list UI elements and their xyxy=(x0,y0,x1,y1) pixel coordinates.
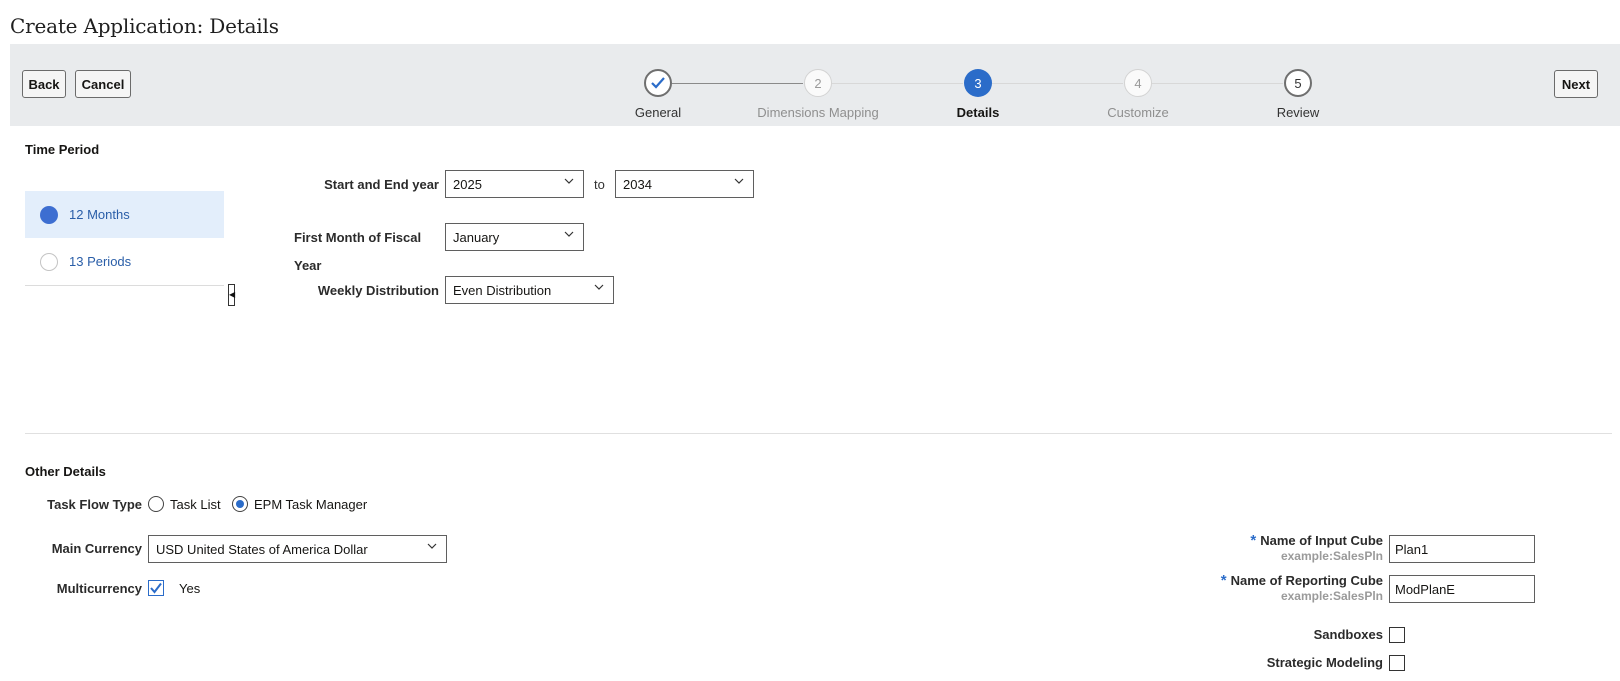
period-option-12-months[interactable]: 12 Months xyxy=(25,191,224,238)
first-month-value: January xyxy=(453,229,500,245)
back-button-label: Back xyxy=(28,76,60,92)
chevron-down-icon xyxy=(427,543,437,549)
asterisk-icon: * xyxy=(1220,572,1227,589)
train-step-label: Review xyxy=(1276,105,1320,120)
chevron-down-icon xyxy=(734,178,744,184)
time-period-list: 12 Months 13 Periods xyxy=(25,191,224,286)
period-option-label: 13 Periods xyxy=(69,254,132,269)
weekly-distribution-label: Weekly Distribution xyxy=(317,283,439,298)
weekly-distribution-select[interactable]: Even Distribution xyxy=(445,276,614,304)
task-flow-type-label: Task Flow Type xyxy=(47,497,142,512)
train-step-dimensions-mapping[interactable]: 2 Dimensions Mapping xyxy=(748,69,888,120)
task-flow-option-label: Task List xyxy=(170,496,221,512)
chevron-down-icon xyxy=(564,178,574,184)
task-flow-option-task-list[interactable]: Task List xyxy=(148,496,221,512)
input-cube-hint: example:SalesPln xyxy=(1280,549,1383,563)
time-period-heading: Time Period xyxy=(25,142,100,157)
first-month-label: First Month of Fiscal xyxy=(294,230,422,245)
cancel-button-label: Cancel xyxy=(81,76,125,92)
train-step-customize[interactable]: 4 Customize xyxy=(1068,69,1208,120)
cancel-button[interactable]: Cancel xyxy=(75,70,131,98)
first-month-label-year: Year xyxy=(294,258,322,273)
multicurrency-checkbox[interactable] xyxy=(148,580,164,596)
check-icon xyxy=(150,582,162,594)
train-step-general[interactable]: General xyxy=(588,69,728,120)
multicurrency-yes-label: Yes xyxy=(179,581,201,596)
chevron-down-icon xyxy=(594,284,604,290)
to-label: to xyxy=(594,177,605,192)
main-currency-value: USD United States of America Dollar xyxy=(156,541,368,557)
check-icon xyxy=(644,69,672,97)
step-number: 3 xyxy=(964,69,992,97)
other-details-heading: Other Details xyxy=(25,464,106,479)
strategic-modeling-checkbox[interactable] xyxy=(1389,655,1405,671)
radio-unselected-icon xyxy=(148,496,164,512)
start-year-select[interactable]: 2025 xyxy=(445,170,584,198)
reporting-cube-label: * Name of Reporting Cube xyxy=(1180,572,1383,589)
task-flow-option-epm-task-manager[interactable]: EPM Task Manager xyxy=(232,496,367,512)
reporting-cube-hint: example:SalesPln xyxy=(1280,589,1383,603)
train-step-details[interactable]: 3 Details xyxy=(908,69,1048,120)
end-year-select[interactable]: 2034 xyxy=(615,170,754,198)
input-cube-field[interactable] xyxy=(1389,535,1535,563)
step-number: 4 xyxy=(1124,69,1152,97)
reporting-cube-field[interactable] xyxy=(1389,575,1535,603)
back-button[interactable]: Back xyxy=(22,70,66,98)
weekly-distribution-value: Even Distribution xyxy=(453,282,552,298)
start-year-value: 2025 xyxy=(453,176,482,192)
next-button[interactable]: Next xyxy=(1554,70,1598,98)
start-end-year-label: Start and End year xyxy=(324,177,439,192)
next-button-label: Next xyxy=(1561,76,1591,92)
main-currency-select[interactable]: USD United States of America Dollar xyxy=(148,535,447,563)
reporting-cube-label-text: Name of Reporting Cube xyxy=(1230,573,1383,588)
task-flow-option-label: EPM Task Manager xyxy=(254,496,368,512)
input-cube-label-text: Name of Input Cube xyxy=(1260,533,1383,548)
collapse-left-icon[interactable]: ◀ xyxy=(228,284,235,306)
section-divider xyxy=(25,433,1612,434)
train-step-label: General xyxy=(634,105,682,120)
page-title: Create Application: Details xyxy=(10,14,279,38)
chevron-down-icon xyxy=(564,231,574,237)
input-cube-label: * Name of Input Cube xyxy=(1180,532,1383,549)
step-number: 5 xyxy=(1284,69,1312,97)
sandboxes-checkbox[interactable] xyxy=(1389,627,1405,643)
period-option-13-periods[interactable]: 13 Periods xyxy=(25,238,224,285)
asterisk-icon: * xyxy=(1250,532,1257,549)
train-step-label: Dimensions Mapping xyxy=(757,105,879,120)
strategic-modeling-label: Strategic Modeling xyxy=(1266,655,1383,670)
first-month-select[interactable]: January xyxy=(445,223,584,251)
train-step-label: Customize xyxy=(1107,105,1169,120)
step-number: 2 xyxy=(804,69,832,97)
radio-unselected-icon xyxy=(40,252,58,271)
radio-selected-icon xyxy=(40,205,58,224)
period-option-label: 12 Months xyxy=(69,207,130,222)
sandboxes-label: Sandboxes xyxy=(1313,627,1383,642)
radio-selected-icon xyxy=(232,496,248,512)
train-step-review[interactable]: 5 Review xyxy=(1228,69,1368,120)
end-year-value: 2034 xyxy=(623,176,652,192)
train-step-label: Details xyxy=(956,105,1000,120)
multicurrency-label: Multicurrency xyxy=(56,581,142,596)
main-currency-label: Main Currency xyxy=(51,541,142,556)
